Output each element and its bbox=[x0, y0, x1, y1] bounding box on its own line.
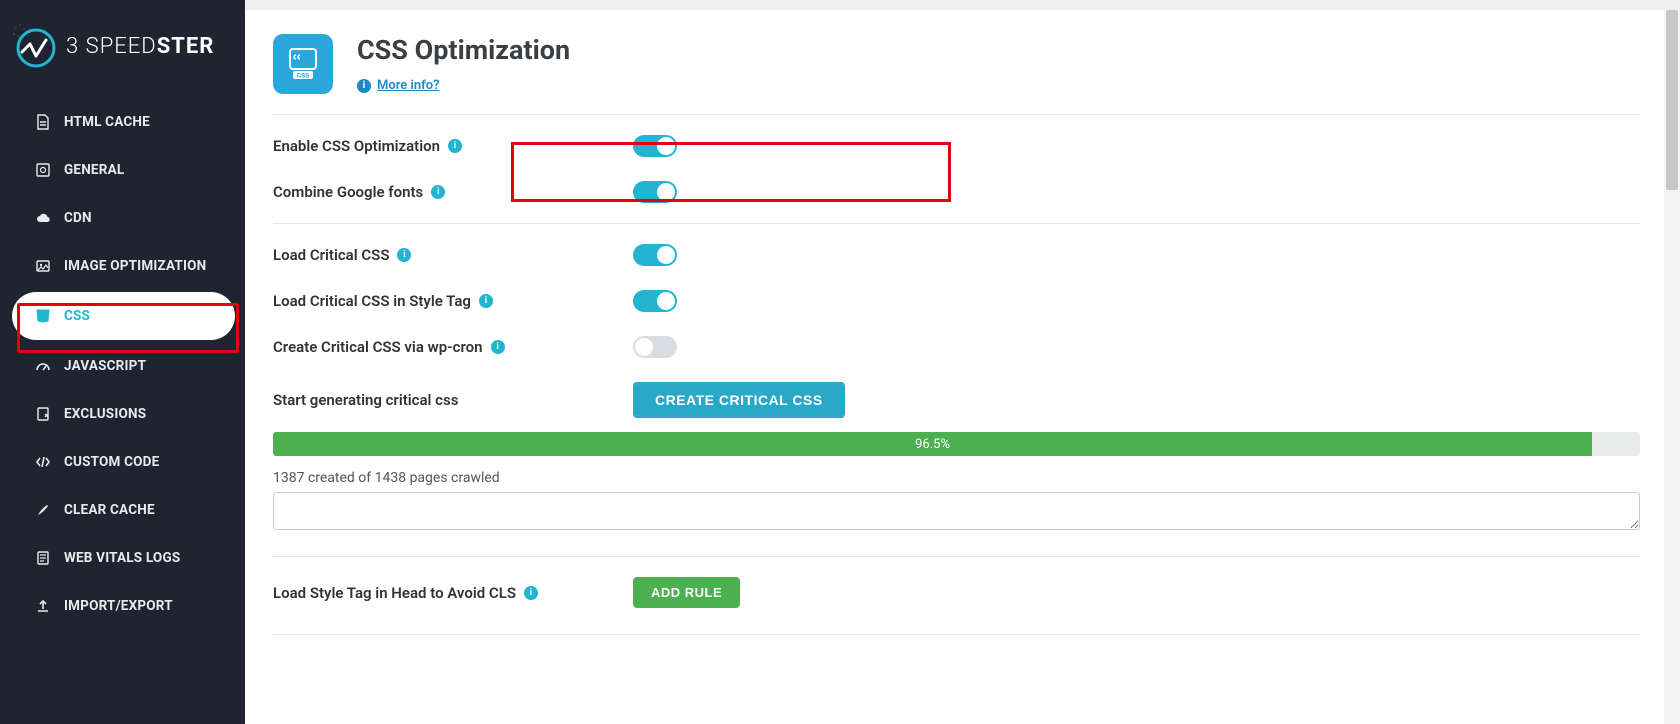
row-load-critical-css-style-tag: Load Critical CSS in Style Tag i bbox=[273, 278, 1640, 324]
css-icon bbox=[34, 307, 52, 325]
info-icon[interactable]: i bbox=[524, 586, 538, 600]
sidebar: 3 SPEEDSTER HTML CACHE GENERAL CDN IMAGE… bbox=[0, 0, 245, 724]
image-icon bbox=[34, 257, 52, 275]
more-info-label: More info? bbox=[377, 78, 440, 93]
info-icon[interactable]: i bbox=[397, 248, 411, 262]
upload-icon bbox=[34, 597, 52, 615]
svg-text:CSS: CSS bbox=[297, 72, 309, 80]
logo-text: 3 SPEEDSTER bbox=[66, 34, 214, 59]
status-text: 1387 created of 1438 pages crawled bbox=[273, 470, 1640, 486]
logo: 3 SPEEDSTER bbox=[0, 0, 245, 98]
label-load-critical-css-style-tag: Load Critical CSS in Style Tag bbox=[273, 292, 471, 310]
label-load-critical-css: Load Critical CSS bbox=[273, 246, 389, 264]
cloud-icon bbox=[34, 209, 52, 227]
info-icon[interactable]: i bbox=[479, 294, 493, 308]
page-header: CSS CSS Optimization i More info? bbox=[273, 34, 1640, 94]
create-critical-css-button[interactable]: CREATE CRITICAL CSS bbox=[633, 382, 845, 418]
log-textarea[interactable] bbox=[273, 492, 1640, 530]
sidebar-item-label: CLEAR CACHE bbox=[64, 502, 155, 518]
sidebar-item-exclusions[interactable]: EXCLUSIONS bbox=[0, 390, 245, 438]
scrollbar-thumb[interactable] bbox=[1666, 10, 1678, 190]
label-create-critical-wpcron: Create Critical CSS via wp-cron bbox=[273, 338, 483, 356]
info-icon[interactable]: i bbox=[448, 139, 462, 153]
page-cache-icon bbox=[34, 113, 52, 131]
scrollbar[interactable] bbox=[1664, 10, 1680, 724]
row-enable-css: Enable CSS Optimization i bbox=[273, 115, 1640, 169]
sidebar-item-cdn[interactable]: CDN bbox=[0, 194, 245, 242]
toggle-combine-google-fonts[interactable] bbox=[633, 181, 677, 203]
sidebar-item-label: IMAGE OPTIMIZATION bbox=[64, 258, 206, 274]
sidebar-item-label: IMPORT/EXPORT bbox=[64, 598, 173, 614]
sidebar-item-image-optimization[interactable]: IMAGE OPTIMIZATION bbox=[0, 242, 245, 290]
brush-icon bbox=[34, 501, 52, 519]
logo-icon bbox=[12, 22, 60, 70]
sidebar-nav: HTML CACHE GENERAL CDN IMAGE OPTIMIZATIO… bbox=[0, 98, 245, 630]
label-combine-google-fonts: Combine Google fonts bbox=[273, 183, 423, 201]
row-load-critical-css: Load Critical CSS i bbox=[273, 224, 1640, 278]
sidebar-item-clear-cache[interactable]: CLEAR CACHE bbox=[0, 486, 245, 534]
sidebar-item-custom-code[interactable]: CUSTOM CODE bbox=[0, 438, 245, 486]
sidebar-item-label: WEB VITALS LOGS bbox=[64, 550, 180, 566]
row-create-critical-wpcron: Create Critical CSS via wp-cron i bbox=[273, 324, 1640, 370]
more-info-link[interactable]: i More info? bbox=[357, 78, 440, 93]
settings-icon bbox=[34, 161, 52, 179]
progress-text: 96.5% bbox=[915, 437, 950, 452]
sidebar-item-label: GENERAL bbox=[64, 162, 124, 178]
toggle-enable-css[interactable] bbox=[633, 135, 677, 157]
progress-bar: 96.5% bbox=[273, 432, 1640, 456]
sidebar-item-import-export[interactable]: IMPORT/EXPORT bbox=[0, 582, 245, 630]
toggle-load-critical-css-style-tag[interactable] bbox=[633, 290, 677, 312]
sidebar-item-label: CSS bbox=[64, 308, 90, 324]
document-icon bbox=[34, 549, 52, 567]
row-combine-google-fonts: Combine Google fonts i bbox=[273, 169, 1640, 215]
sidebar-item-css[interactable]: CSS bbox=[12, 292, 235, 340]
toggle-load-critical-css[interactable] bbox=[633, 244, 677, 266]
code-icon bbox=[34, 453, 52, 471]
sidebar-item-web-vitals[interactable]: WEB VITALS LOGS bbox=[0, 534, 245, 582]
info-icon[interactable]: i bbox=[431, 185, 445, 199]
sidebar-item-html-cache[interactable]: HTML CACHE bbox=[0, 98, 245, 146]
progress-rest bbox=[1592, 432, 1640, 456]
info-icon[interactable]: i bbox=[491, 340, 505, 354]
sidebar-item-javascript[interactable]: JAVASCRIPT bbox=[0, 342, 245, 390]
label-enable-css: Enable CSS Optimization bbox=[273, 137, 440, 155]
divider bbox=[273, 634, 1640, 635]
sidebar-item-label: CDN bbox=[64, 210, 92, 226]
gauge-icon bbox=[34, 357, 52, 375]
sidebar-item-label: JAVASCRIPT bbox=[64, 358, 146, 374]
main-content: CSS CSS Optimization i More info? Enable… bbox=[245, 0, 1680, 724]
sidebar-item-label: CUSTOM CODE bbox=[64, 454, 159, 470]
add-rule-button[interactable]: ADD RULE bbox=[633, 577, 740, 608]
info-icon: i bbox=[357, 79, 371, 93]
sidebar-item-label: EXCLUSIONS bbox=[64, 406, 146, 422]
row-load-style-head: Load Style Tag in Head to Avoid CLS i AD… bbox=[273, 557, 1640, 620]
row-start-generating: Start generating critical css CREATE CRI… bbox=[273, 370, 1640, 430]
sidebar-item-label: HTML CACHE bbox=[64, 114, 150, 130]
label-load-style-head: Load Style Tag in Head to Avoid CLS bbox=[273, 584, 516, 602]
sidebar-item-general[interactable]: GENERAL bbox=[0, 146, 245, 194]
toggle-create-critical-wpcron[interactable] bbox=[633, 336, 677, 358]
progress-fill: 96.5% bbox=[273, 432, 1592, 456]
page-css-icon: CSS bbox=[273, 34, 333, 94]
page-title: CSS Optimization bbox=[357, 34, 570, 66]
label-start-generating: Start generating critical css bbox=[273, 391, 458, 409]
exclusions-icon bbox=[34, 405, 52, 423]
